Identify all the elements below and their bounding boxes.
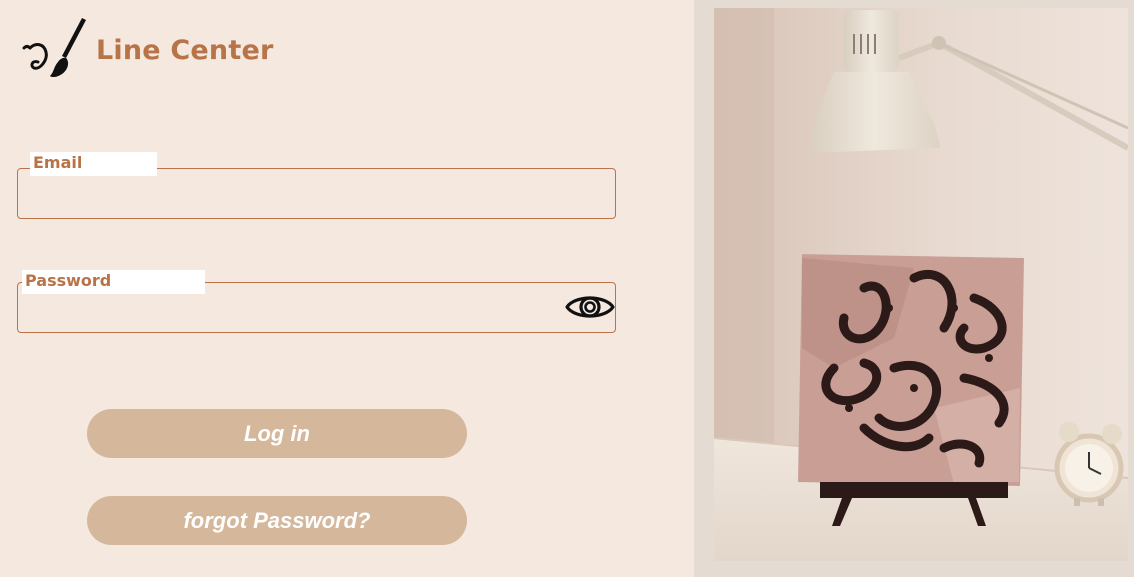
show-password-toggle[interactable] <box>565 289 615 325</box>
login-page: Line Center Email Password Log in forgot… <box>0 0 1134 577</box>
brand-name: Line Center <box>96 34 274 66</box>
eye-icon <box>565 296 615 318</box>
email-input[interactable] <box>18 169 615 218</box>
login-panel: Line Center Email Password Log in forgot… <box>0 0 694 577</box>
login-button[interactable]: Log in <box>87 409 467 458</box>
email-label: Email <box>30 152 157 176</box>
forgot-password-button[interactable]: forgot Password? <box>87 496 467 545</box>
calligraphy-photo <box>714 8 1128 561</box>
paintbrush-icon <box>22 18 86 78</box>
password-label: Password <box>22 270 205 294</box>
brand: Line Center <box>22 18 273 82</box>
